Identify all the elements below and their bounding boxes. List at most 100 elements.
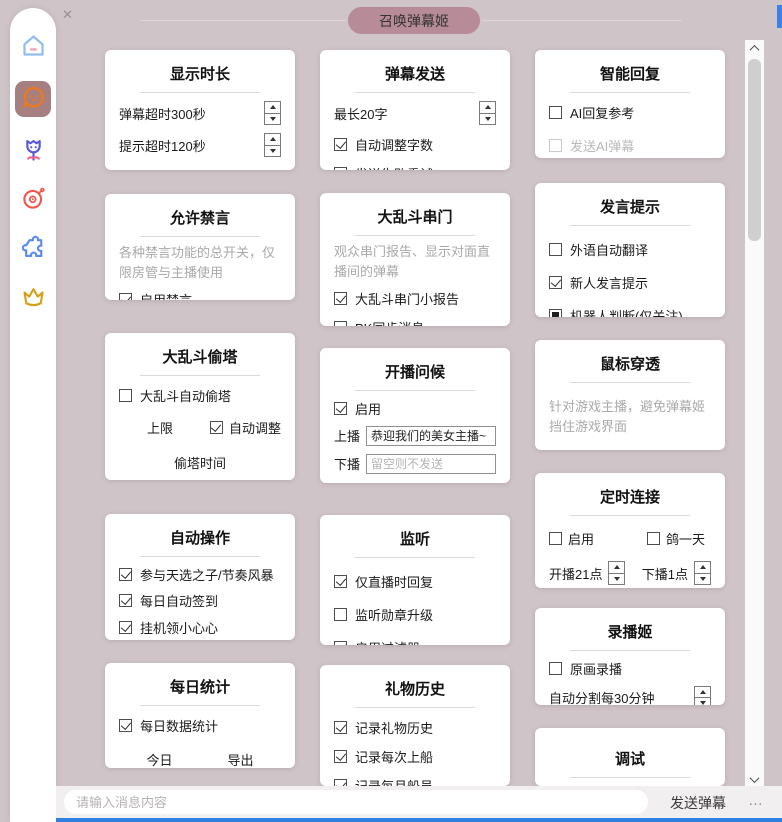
checkbox-icon[interactable] [549,532,562,545]
stream-off-input[interactable] [366,454,496,474]
sidebar-item-record[interactable] [18,185,48,215]
record-guard-join-checkbox[interactable]: 记录每次上船 [334,747,496,766]
checkbox-icon[interactable] [334,321,347,327]
ai-reply-reference-checkbox[interactable]: AI回复参考 [549,103,711,122]
checkbox-icon[interactable] [334,575,347,588]
stepper-up-icon[interactable] [265,102,280,114]
checkbox-icon[interactable] [334,608,347,621]
greeting-enable-checkbox[interactable]: 启用 [334,399,496,418]
scrollbar-thumb[interactable] [748,59,761,241]
checkbox-label: 记录礼物历史 [355,718,433,737]
reply-only-live-checkbox[interactable]: 仅直播时回复 [334,572,496,591]
danmaku-timeout-stepper[interactable] [264,101,281,125]
checkbox-icon[interactable] [549,662,562,675]
checkbox-icon[interactable] [334,641,347,645]
auto-adjust-length-checkbox[interactable]: 自动调整字数 [334,135,496,154]
stepper-down-icon[interactable] [695,698,710,705]
checkbox-icon[interactable] [119,389,132,402]
stepper-down-icon[interactable] [265,114,280,125]
tip-timeout-label: 提示超时120秒 [119,136,206,155]
enable-filter-checkbox[interactable]: 启用过滤器 [334,638,496,645]
checkbox-icon[interactable] [549,276,562,289]
checkbox-icon[interactable] [119,621,132,634]
sidebar-item-plugin[interactable] [18,234,48,264]
checkbox-icon[interactable] [119,568,132,581]
checkbox-icon[interactable] [119,594,132,607]
stepper-down-icon[interactable] [480,114,495,125]
sidebar-item-danmaku[interactable] [15,81,51,117]
checkbox-icon[interactable] [549,243,562,256]
daily-signin-checkbox[interactable]: 每日自动签到 [119,591,281,610]
tip-timeout-stepper[interactable] [264,133,281,157]
sidebar-item-vip[interactable] [18,283,48,313]
auto-adjust-checkbox[interactable]: 自动调整 [210,418,281,437]
checkbox-icon[interactable] [334,750,347,763]
save-danmaku-log-checkbox[interactable]: 保存弹幕记录 [119,167,281,170]
stats-actions-row: 今日 导出 [119,750,281,768]
checkbox-icon[interactable] [334,292,347,305]
more-options-button[interactable]: … [748,786,765,818]
send-danmaku-button[interactable]: 发送弹幕 [664,786,732,818]
robot-detect-checkbox[interactable]: 机器人判断(仅关注) [549,306,711,317]
retry-on-fail-checkbox[interactable]: 发送失败重试 [334,164,496,170]
card-title: 智能回复 [549,63,711,84]
export-button[interactable]: 导出 [227,750,253,768]
auto-change-medal-checkbox[interactable]: 自动更换勋章 [334,482,496,484]
checkbox-icon[interactable] [119,293,132,301]
checkbox-icon[interactable] [334,402,347,415]
card-description: 观众串门报告、显示对面直播间的弹幕 [334,242,496,281]
auto-translate-checkbox[interactable]: 外语自动翻译 [549,240,711,259]
lottery-storm-checkbox[interactable]: 参与天选之子/节奏风暴 [119,565,281,584]
pk-sync-checkbox[interactable]: PK同步消息 [334,318,496,327]
scroll-up-icon[interactable] [745,40,764,56]
checkbox-label: 外语自动翻译 [570,240,648,259]
daily-data-stats-checkbox[interactable]: 每日数据统计 [119,716,281,735]
record-monthly-guard-checkbox[interactable]: 记录每月船员 [334,776,496,786]
medal-upgrade-checkbox[interactable]: 监听勋章升级 [334,605,496,624]
stream-on-input[interactable] [366,426,496,446]
checkbox-icon[interactable] [647,532,660,545]
stepper-up-icon[interactable] [265,134,280,146]
newcomer-prompt-checkbox[interactable]: 新人发言提示 [549,273,711,292]
window-edge-accent [777,5,782,28]
checkbox-icon[interactable] [549,309,562,317]
summon-danmaku-button[interactable]: 召唤弹幕姬 [348,7,480,34]
stepper-up-icon[interactable] [695,687,710,699]
checkbox-icon[interactable] [210,421,223,434]
skip-day-checkbox[interactable]: 鸽一天 [647,529,705,548]
checkbox-icon[interactable] [334,779,347,786]
checkbox-icon[interactable] [549,106,562,119]
auto-tower-steal-checkbox[interactable]: 大乱斗自动偷塔 [119,386,281,405]
timer-enable-checkbox[interactable]: 启用 [549,529,594,548]
stepper-down-icon[interactable] [695,574,710,585]
close-icon[interactable]: ✕ [62,7,73,23]
stepper-up-icon[interactable] [480,102,495,114]
enable-mute-checkbox[interactable]: 启用禁言 [119,290,281,301]
scrollbar-track[interactable] [745,40,764,787]
checkbox-icon[interactable] [334,167,347,170]
max-length-stepper[interactable] [479,101,496,125]
message-input[interactable] [64,790,648,814]
checkbox-icon[interactable] [334,138,347,151]
steal-time-button[interactable]: 偷塔时间 [119,453,281,472]
stepper-up-icon[interactable] [609,562,624,574]
record-gift-history-checkbox[interactable]: 记录礼物历史 [334,718,496,737]
visit-report-checkbox[interactable]: 大乱斗串门小报告 [334,289,496,308]
idle-hearts-checkbox[interactable]: 挂机领小心心 [119,618,281,637]
stepper-down-icon[interactable] [609,574,624,585]
auto-split-stepper[interactable] [694,686,711,706]
scroll-down-icon[interactable] [745,771,764,787]
sidebar-item-flower[interactable] [18,136,48,166]
checkbox-icon[interactable] [119,719,132,732]
start-hour-stepper[interactable] [608,561,625,585]
checkbox-icon[interactable] [334,721,347,734]
tower-limit-button[interactable]: 上限 [147,418,173,437]
card-monitor: 监听 仅直播时回复 监听勋章升级 启用过滤器 [320,515,510,645]
stepper-down-icon[interactable] [265,146,280,157]
sidebar-item-home[interactable] [18,32,48,62]
today-button[interactable]: 今日 [146,750,172,768]
crown-icon [20,283,47,313]
end-hour-stepper[interactable] [694,561,711,585]
stepper-up-icon[interactable] [695,562,710,574]
original-quality-checkbox[interactable]: 原画录播 [549,659,711,678]
